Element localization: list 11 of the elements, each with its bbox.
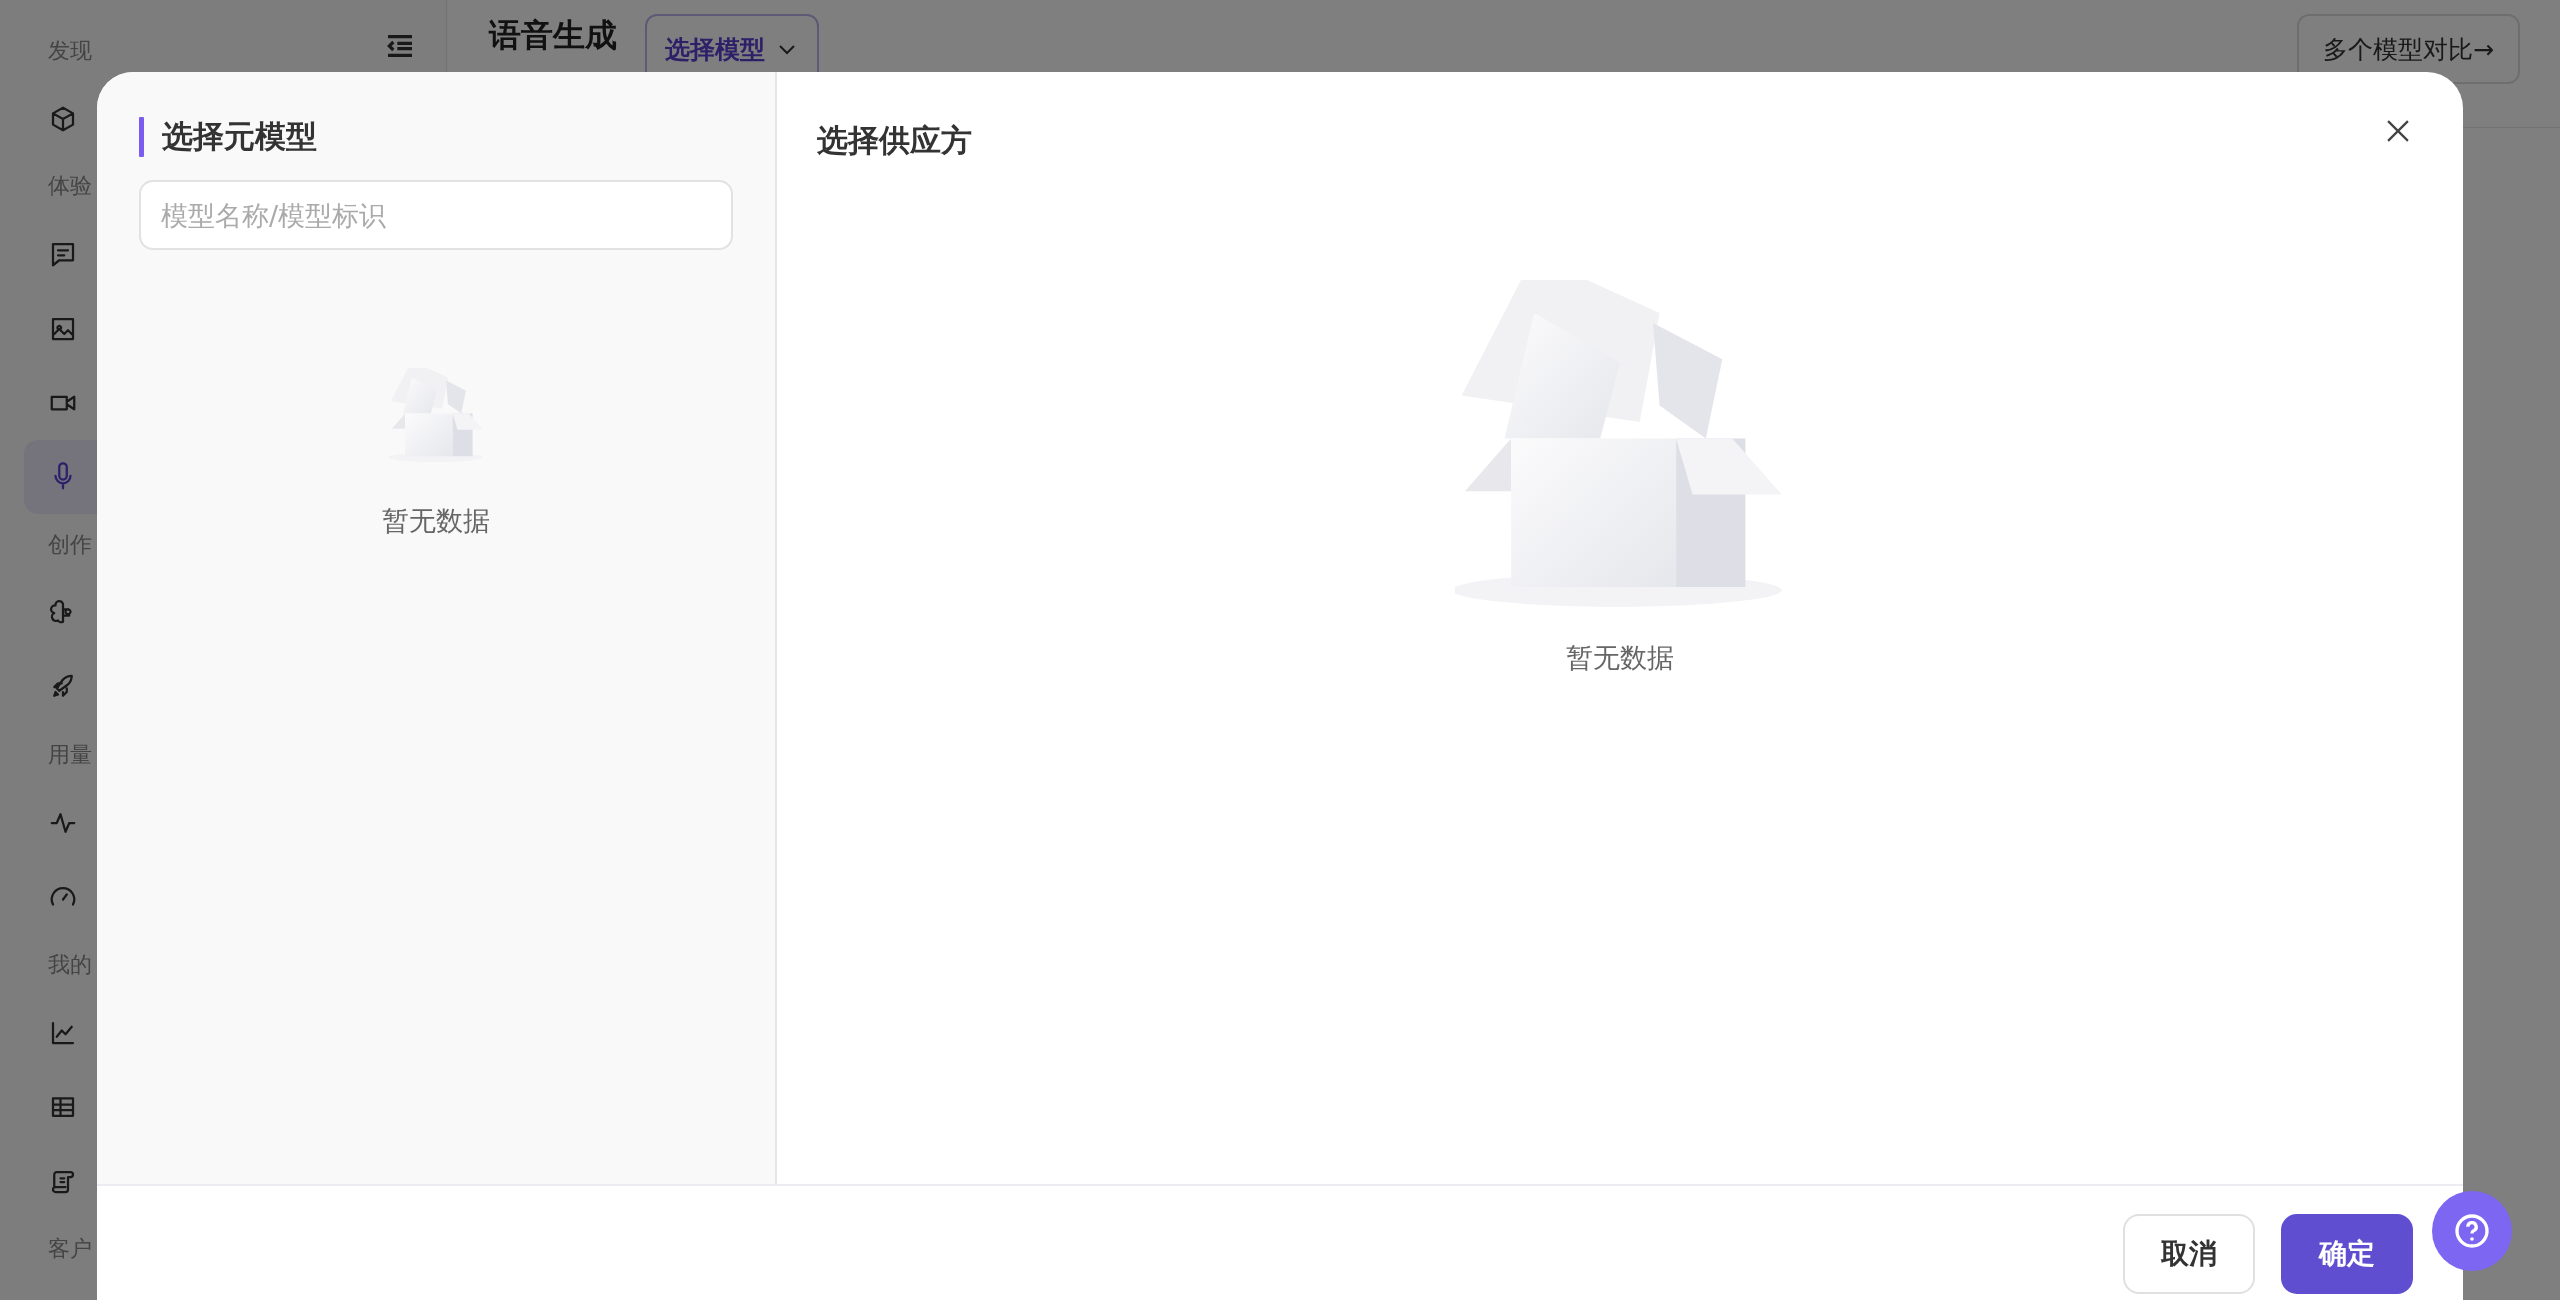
section-label: 发现: [47, 36, 92, 65]
section-label: 我的: [47, 951, 92, 980]
empty-text: 暂无数据: [382, 504, 490, 538]
section-label: 用量: [47, 741, 92, 770]
empty-text: 暂无数据: [1566, 641, 1674, 675]
section-label: 体验: [47, 172, 92, 201]
section-label: 创作: [47, 531, 92, 560]
panel-title: 选择元模型: [139, 116, 733, 158]
page-title: 语音生成: [489, 15, 617, 56]
section-label: 客户: [47, 1235, 92, 1264]
panel-title: 选择供应方: [817, 121, 972, 160]
